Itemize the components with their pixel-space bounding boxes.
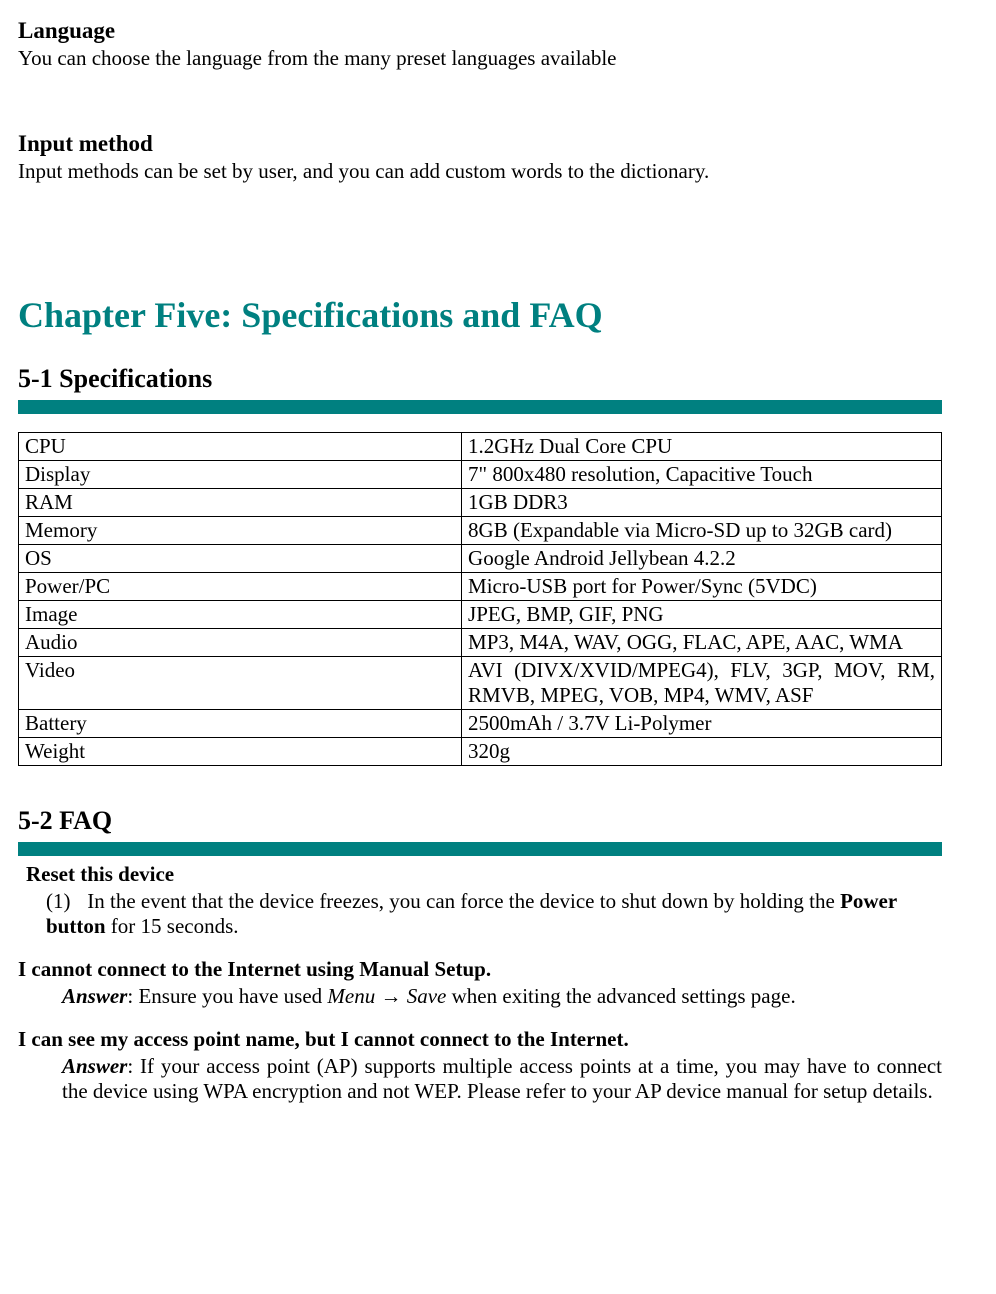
table-row: AudioMP3, M4A, WAV, OGG, FLAC, APE, AAC,…	[19, 629, 942, 657]
spec-value: 1GB DDR3	[462, 489, 942, 517]
table-row: Power/PCMicro-USB port for Power/Sync (5…	[19, 573, 942, 601]
arrow-right-icon: →	[380, 984, 401, 1008]
table-row: Weight320g	[19, 738, 942, 766]
faq-q1-pre: : Ensure you have used	[127, 984, 327, 1008]
faq-section-title: 5-2 FAQ	[18, 806, 942, 836]
faq-reset-number: (1)	[46, 889, 82, 914]
spec-divider	[18, 400, 942, 414]
table-row: Memory8GB (Expandable via Micro-SD up to…	[19, 517, 942, 545]
language-paragraph: You can choose the language from the man…	[18, 46, 942, 71]
faq-reset-text-post: for 15 seconds.	[111, 914, 239, 938]
spec-value: Google Android Jellybean 4.2.2	[462, 545, 942, 573]
faq-reset-item: (1) In the event that the device freezes…	[46, 889, 942, 939]
faq-q1-save: Save	[401, 984, 446, 1008]
spec-key: Audio	[19, 629, 462, 657]
faq-reset-text-pre: In the event that the device freezes, yo…	[87, 889, 840, 913]
spec-value: 7" 800x480 resolution, Capacitive Touch	[462, 461, 942, 489]
spec-value: 320g	[462, 738, 942, 766]
spec-key: OS	[19, 545, 462, 573]
faq-q2-heading: I can see my access point name, but I ca…	[18, 1027, 942, 1052]
spec-value: 2500mAh / 3.7V Li-Polymer	[462, 710, 942, 738]
answer-label: Answer	[62, 984, 127, 1008]
spec-key: Image	[19, 601, 462, 629]
chapter-title: Chapter Five: Specifications and FAQ	[18, 294, 942, 336]
spec-value: 1.2GHz Dual Core CPU	[462, 433, 942, 461]
spec-key: Weight	[19, 738, 462, 766]
table-row: Battery2500mAh / 3.7V Li-Polymer	[19, 710, 942, 738]
spec-value: Micro-USB port for Power/Sync (5VDC)	[462, 573, 942, 601]
table-row: CPU1.2GHz Dual Core CPU	[19, 433, 942, 461]
spec-key: Power/PC	[19, 573, 462, 601]
spec-key: Battery	[19, 710, 462, 738]
table-row: Display7" 800x480 resolution, Capacitive…	[19, 461, 942, 489]
spec-key: Display	[19, 461, 462, 489]
spec-key: RAM	[19, 489, 462, 517]
language-heading: Language	[18, 18, 942, 44]
table-row: OSGoogle Android Jellybean 4.2.2	[19, 545, 942, 573]
spec-value: JPEG, BMP, GIF, PNG	[462, 601, 942, 629]
table-row: RAM1GB DDR3	[19, 489, 942, 517]
faq-q1-menu: Menu	[327, 984, 380, 1008]
spec-key: Memory	[19, 517, 462, 545]
spec-section-title: 5-1 Specifications	[18, 364, 942, 394]
spec-value: 8GB (Expandable via Micro-SD up to 32GB …	[462, 517, 942, 545]
spec-value: MP3, M4A, WAV, OGG, FLAC, APE, AAC, WMA	[462, 629, 942, 657]
input-method-heading: Input method	[18, 131, 942, 157]
table-row: VideoAVI (DIVX/XVID/MPEG4), FLV, 3GP, MO…	[19, 657, 942, 710]
spec-table: CPU1.2GHz Dual Core CPUDisplay7" 800x480…	[18, 432, 942, 766]
answer-label: Answer	[62, 1054, 127, 1078]
faq-q1-heading: I cannot connect to the Internet using M…	[18, 957, 942, 982]
spec-key: CPU	[19, 433, 462, 461]
faq-reset-heading: Reset this device	[26, 862, 942, 887]
faq-divider	[18, 842, 942, 856]
table-row: ImageJPEG, BMP, GIF, PNG	[19, 601, 942, 629]
faq-q1-answer: Answer: Ensure you have used Menu → Save…	[62, 984, 942, 1009]
faq-q1-post: when exiting the advanced settings page.	[446, 984, 795, 1008]
input-method-paragraph: Input methods can be set by user, and yo…	[18, 159, 942, 184]
faq-q2-answer: Answer: If your access point (AP) suppor…	[62, 1054, 942, 1104]
faq-q2-text: : If your access point (AP) supports mul…	[62, 1054, 942, 1103]
spec-value: AVI (DIVX/XVID/MPEG4), FLV, 3GP, MOV, RM…	[462, 657, 942, 710]
spec-key: Video	[19, 657, 462, 710]
